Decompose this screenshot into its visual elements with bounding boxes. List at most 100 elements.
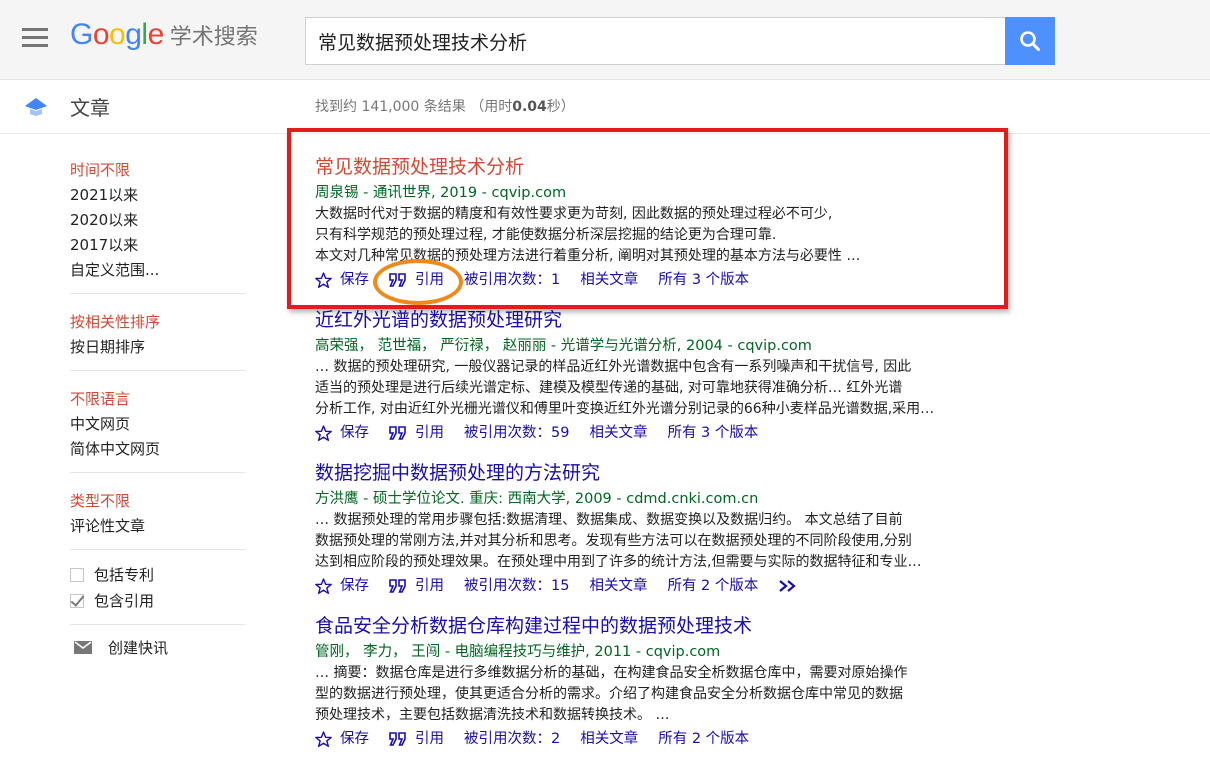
result-meta: 方洪鹰 - 硕士学位论文. 重庆: 西南大学, 2009 - cdmd.cnki… [315,491,759,507]
cited-by-link[interactable]: 被引用次数：59 [464,420,569,446]
result-count: 找到约 141,000 条结果 （用时0.04秒） [315,99,575,115]
include-patents-checkbox[interactable]: 包括专利 [70,562,245,588]
more-icon [779,580,797,592]
options-group: 包括专利 包含引用 [70,550,245,625]
time-since-2020[interactable]: 2020以来 [70,208,245,233]
checkbox-box[interactable] [70,568,84,582]
related-articles-link[interactable]: 相关文章 [580,267,638,293]
snippet-line: 本文对几种常见数据的预处理方法进行着重分析, 阐明对其预处理的基本方法与必要性 … [315,248,861,264]
cite-button[interactable]: 引用 [389,267,444,293]
google-wordmark: Google [70,18,164,51]
save-button[interactable]: 保存 [315,573,369,599]
result-snippet: 大数据时代对于数据的精度和有效性要求更为苛刻, 因此数据的预处理过程必不可少, 只… [315,204,1035,267]
result-snippet: … 数据预处理的常用步骤包括:数据清理、数据集成、数据变换以及数据归约。 本文总… [315,510,1035,573]
snippet-line: 预处理技术，主要包括数据清洗技术和数据转换技术。 … [315,707,670,723]
result-meta: 高荣强， 范世福， 严衍禄， 赵丽丽 - 光谱学与光谱分析, 2004 - cq… [315,338,812,354]
all-versions-link[interactable]: 所有 3 个版本 [667,420,758,446]
star-icon [315,425,332,441]
result-meta: 周泉锡 - 通讯世界, 2019 - cqvip.com [315,185,567,201]
more-button[interactable] [778,579,798,593]
all-versions-link[interactable]: 所有 2 个版本 [658,726,749,752]
sidebar: 时间不限 2021以来 2020以来 2017以来 自定义范围... 按相关性排… [70,150,245,658]
sort-date[interactable]: 按日期排序 [70,335,245,360]
snippet-line: 适当的预处理是进行后续光谱定标、建模及模型传递的基础, 对可靠地获得准确分析… … [315,380,903,396]
menu-icon[interactable] [22,28,48,48]
quote-icon [389,732,406,746]
star-icon [315,731,332,747]
all-versions-link[interactable]: 所有 2 个版本 [667,573,758,599]
result-title[interactable]: 近红外光谱的数据预处理研究 [315,305,1035,335]
type-group: 类型不限 评论性文章 [70,473,245,550]
search-input[interactable] [305,17,1005,65]
envelope-icon [74,641,92,654]
time-any[interactable]: 时间不限 [70,158,245,183]
create-alert-link[interactable]: 创建快讯 [70,637,245,658]
quote-icon [389,273,406,287]
result-snippet: … 数据的预处理研究, 一般仪器记录的样品近红外光谱数据中包含有一系列噪声和干扰… [315,357,1035,420]
snippet-line: 达到相应阶段的预处理效果。在预处理中用到了许多的统计方法,但需要与实际的数据特征… [315,554,922,570]
sub-bar: 文章 找到约 141,000 条结果 （用时0.04秒） [0,80,1210,134]
sort-group: 按相关性排序 按日期排序 [70,294,245,371]
result-actions: 保存 引用 被引用次数：2 相关文章 所有 2 个版本 [315,726,1035,752]
related-articles-link[interactable]: 相关文章 [580,726,638,752]
snippet-line: 数据预处理的常刚方法,并对其分析和思考。发现有些方法可以在数据预处理的不同阶段使… [315,533,912,549]
result-item: 近红外光谱的数据预处理研究高荣强， 范世福， 严衍禄， 赵丽丽 - 光谱学与光谱… [315,305,1035,446]
lang-simplified-chinese[interactable]: 简体中文网页 [70,437,245,462]
snippet-line: 只有科学规范的预处理过程, 才能使数据分析深层挖掘的结论更为合理可靠. [315,227,777,243]
save-button[interactable]: 保存 [315,267,369,293]
google-scholar-logo[interactable]: Google 学术搜索 [70,18,258,58]
all-versions-link[interactable]: 所有 3 个版本 [658,267,749,293]
top-bar: Google 学术搜索 [0,0,1210,80]
result-title[interactable]: 数据挖掘中数据预处理的方法研究 [315,458,1035,488]
cite-button[interactable]: 引用 [389,573,444,599]
cited-by-link[interactable]: 被引用次数：2 [464,726,560,752]
search-bar [305,17,1055,65]
results-list: 常见数据预处理技术分析周泉锡 - 通讯世界, 2019 - cqvip.com 大… [315,152,1035,764]
time-since-2021[interactable]: 2021以来 [70,183,245,208]
result-title[interactable]: 食品安全分析数据仓库构建过程中的数据预处理技术 [315,611,1035,641]
snippet-line: … 摘要：数据仓库是进行多维数据分析的基础，在构建食品安全析数据仓库中，需要对原… [315,665,908,681]
include-citations-checkbox[interactable]: 包含引用 [70,588,245,614]
lang-any[interactable]: 不限语言 [70,387,245,412]
result-item: 常见数据预处理技术分析周泉锡 - 通讯世界, 2019 - cqvip.com 大… [315,152,1035,293]
logo-product: 学术搜索 [169,25,258,50]
related-articles-link[interactable]: 相关文章 [589,420,647,446]
result-title[interactable]: 常见数据预处理技术分析 [315,152,1035,182]
cite-button[interactable]: 引用 [389,726,444,752]
cite-button[interactable]: 引用 [389,420,444,446]
search-button[interactable] [1005,17,1055,65]
save-button[interactable]: 保存 [315,420,369,446]
star-icon [315,272,332,288]
type-review[interactable]: 评论性文章 [70,514,245,539]
snippet-line: 大数据时代对于数据的精度和有效性要求更为苛刻, 因此数据的预处理过程必不可少, [315,206,833,222]
time-filter-group: 时间不限 2021以来 2020以来 2017以来 自定义范围... [70,150,245,294]
result-item: 数据挖掘中数据预处理的方法研究方洪鹰 - 硕士学位论文. 重庆: 西南大学, 2… [315,458,1035,599]
snippet-line: … 数据的预处理研究, 一般仪器记录的样品近红外光谱数据中包含有一系列噪声和干扰… [315,359,912,375]
lang-chinese[interactable]: 中文网页 [70,412,245,437]
related-articles-link[interactable]: 相关文章 [589,573,647,599]
articles-icon [25,98,47,116]
snippet-line: … 数据预处理的常用步骤包括:数据清理、数据集成、数据变换以及数据归约。 本文总… [315,512,903,528]
snippet-line: 分析工作, 对由近红外光栅光谱仪和傅里叶变换近红外光谱分别记录的66种小麦样品光… [315,401,935,417]
result-snippet: … 摘要：数据仓库是进行多维数据分析的基础，在构建食品安全析数据仓库中，需要对原… [315,663,1035,726]
result-item: 食品安全分析数据仓库构建过程中的数据预处理技术管刚， 李力， 王闯 - 电脑编程… [315,611,1035,752]
quote-icon [389,426,406,440]
snippet-line: 型的数据进行预处理，使其更适合分析的需求。介绍了构建食品安全分析数据仓库中常见的… [315,686,903,702]
result-actions: 保存 引用 被引用次数：1 相关文章 所有 3 个版本 [315,267,1035,293]
result-meta: 管刚， 李力， 王闯 - 电脑编程技巧与维护, 2011 - cqvip.com [315,644,721,660]
result-actions: 保存 引用 被引用次数：15 相关文章 所有 2 个版本 [315,573,1035,599]
save-button[interactable]: 保存 [315,726,369,752]
star-icon [315,578,332,594]
time-custom-range[interactable]: 自定义范围... [70,258,245,283]
section-label: 文章 [70,96,110,120]
time-since-2017[interactable]: 2017以来 [70,233,245,258]
cited-by-link[interactable]: 被引用次数：15 [464,573,569,599]
quote-icon [389,579,406,593]
sort-relevance[interactable]: 按相关性排序 [70,310,245,335]
result-actions: 保存 引用 被引用次数：59 相关文章 所有 3 个版本 [315,420,1035,446]
type-any[interactable]: 类型不限 [70,489,245,514]
cited-by-link[interactable]: 被引用次数：1 [464,267,560,293]
checkbox-box-checked[interactable] [70,594,84,608]
search-icon [1020,31,1040,51]
language-group: 不限语言 中文网页 简体中文网页 [70,371,245,473]
